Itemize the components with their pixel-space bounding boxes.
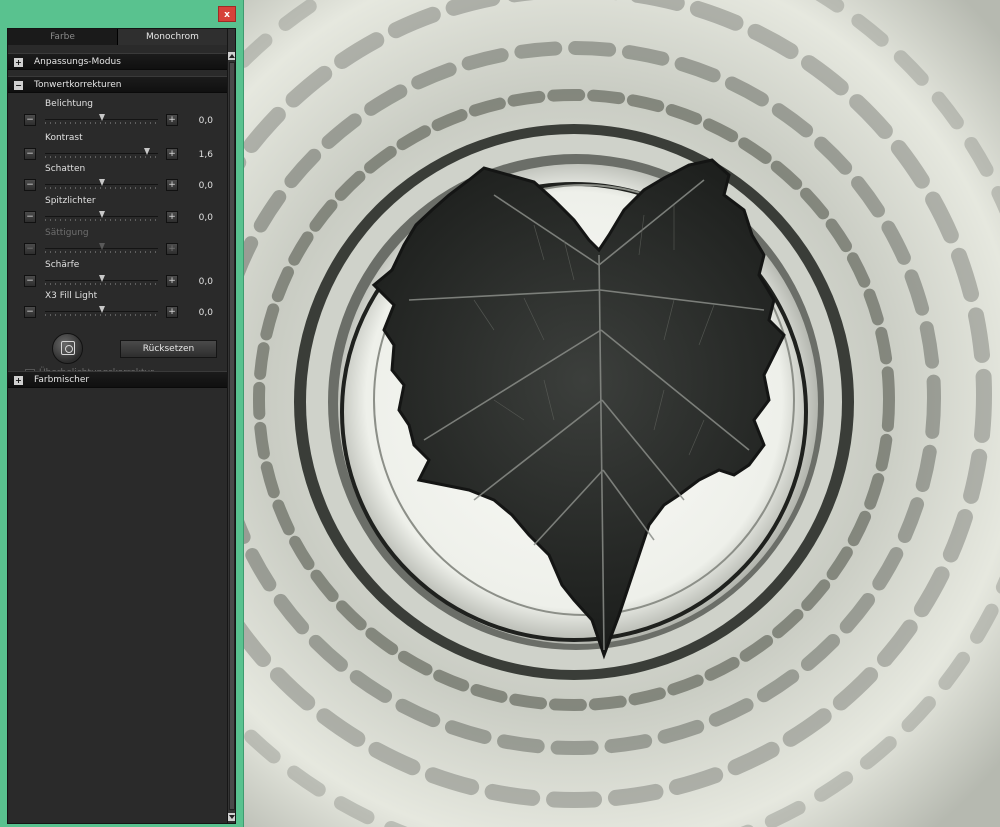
slider-label: Schatten — [45, 164, 86, 174]
slider-ticks — [45, 219, 158, 221]
slider-track[interactable] — [45, 147, 158, 159]
auto-adjust-icon — [61, 341, 75, 355]
increase-button[interactable]: + — [166, 148, 178, 160]
increase-button[interactable]: + — [166, 179, 178, 191]
slider-value: 0,0 — [198, 308, 213, 318]
slider-thumb[interactable] — [98, 243, 105, 250]
adjustment-panel: Farbe Monochrom + Anpassungs-Modus − Ton… — [7, 28, 236, 824]
tab-farbe[interactable]: Farbe — [8, 29, 118, 45]
slider-track[interactable] — [45, 210, 158, 222]
slider-ticks — [45, 122, 158, 124]
slider-thumb[interactable] — [98, 179, 105, 186]
slider-label: Sättigung — [45, 228, 89, 238]
slider-label: Schärfe — [45, 260, 80, 270]
section-adjust-mode[interactable]: + Anpassungs-Modus — [8, 53, 227, 70]
section-tone-corrections[interactable]: − Tonwertkorrekturen — [8, 76, 227, 93]
panel-scrollbar[interactable] — [227, 29, 235, 823]
increase-button[interactable]: + — [166, 211, 178, 223]
decrease-button[interactable]: − — [24, 179, 36, 191]
section-label: Tonwertkorrekturen — [34, 80, 122, 90]
section-label: Anpassungs-Modus — [34, 57, 121, 67]
increase-button[interactable]: + — [166, 306, 178, 318]
slider-label: Kontrast — [45, 133, 83, 143]
slider-thumb[interactable] — [98, 306, 105, 313]
slider-line — [45, 153, 158, 154]
section-label: Farbmischer — [34, 375, 90, 385]
collapse-icon[interactable]: − — [14, 81, 23, 90]
slider-thumb[interactable] — [98, 211, 105, 218]
decrease-button[interactable]: − — [24, 114, 36, 126]
auto-adjust-button[interactable] — [52, 333, 83, 364]
slider-value: 0,0 — [198, 116, 213, 126]
tab-bar: Farbe Monochrom — [8, 29, 227, 45]
slider-ticks — [45, 156, 158, 158]
increase-button[interactable]: + — [166, 243, 178, 255]
slider-value: 0,0 — [198, 277, 213, 287]
close-button[interactable]: x — [218, 6, 236, 22]
slider-thumb[interactable] — [98, 114, 105, 121]
slider-track[interactable] — [45, 178, 158, 190]
slider-label: X3 Fill Light — [45, 291, 98, 301]
increase-button[interactable]: + — [166, 275, 178, 287]
decrease-button[interactable]: − — [24, 211, 36, 223]
expand-icon[interactable]: + — [14, 58, 23, 67]
leaf-in-glass-photo — [244, 0, 1000, 827]
tab-monochrom[interactable]: Monochrom — [118, 29, 227, 45]
reset-button[interactable]: Rücksetzen — [120, 340, 217, 358]
photo-canvas[interactable] — [244, 0, 1000, 827]
slider-value: 0,0 — [198, 181, 213, 191]
slider-label: Spitzlichter — [45, 196, 96, 206]
slider-ticks — [45, 187, 158, 189]
panel-content: + Anpassungs-Modus − Tonwertkorrekturen … — [8, 45, 227, 823]
slider-track[interactable] — [45, 113, 158, 125]
slider-track[interactable] — [45, 242, 158, 254]
slider-ticks — [45, 314, 158, 316]
slider-ticks — [45, 283, 158, 285]
slider-track[interactable] — [45, 305, 158, 317]
scroll-down-arrow-icon[interactable] — [228, 813, 235, 821]
slider-value: 0,0 — [198, 213, 213, 223]
adjustment-panel-window: x Farbe Monochrom + Anpassungs-Modus − T… — [0, 0, 244, 827]
slider-label: Belichtung — [45, 99, 94, 109]
slider-value: 1,6 — [198, 150, 213, 160]
slider-thumb[interactable] — [143, 148, 150, 155]
slider-thumb[interactable] — [98, 275, 105, 282]
decrease-button[interactable]: − — [24, 306, 36, 318]
section-color-mixer[interactable]: + Farbmischer — [8, 371, 227, 388]
scroll-up-arrow-icon[interactable] — [228, 52, 235, 60]
decrease-button[interactable]: − — [24, 148, 36, 160]
slider-ticks — [45, 251, 158, 253]
expand-icon[interactable]: + — [14, 376, 23, 385]
decrease-button[interactable]: − — [24, 243, 36, 255]
decrease-button[interactable]: − — [24, 275, 36, 287]
slider-track[interactable] — [45, 274, 158, 286]
scroll-thumb[interactable] — [229, 62, 235, 810]
increase-button[interactable]: + — [166, 114, 178, 126]
